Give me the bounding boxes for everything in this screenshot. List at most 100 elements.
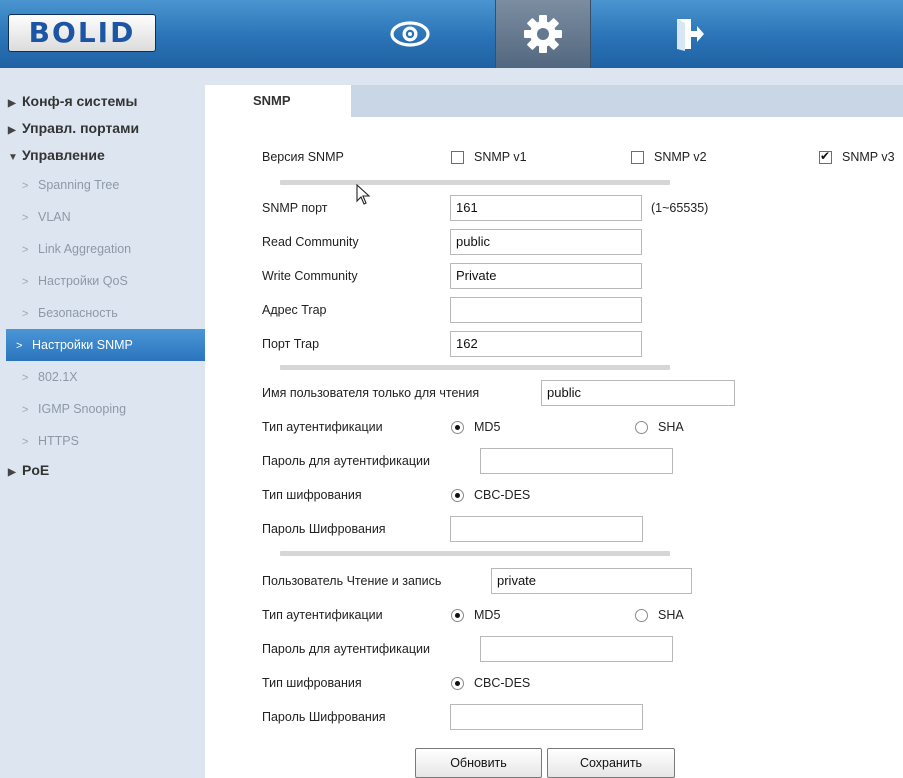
tab-snmp[interactable]: SNMP <box>205 85 351 117</box>
ro-user-input[interactable]: public <box>541 380 735 406</box>
rw-user-label: Пользователь Чтение и запись <box>262 574 442 588</box>
snmp-version-label: Версия SNMP <box>262 150 344 164</box>
sidebar-item-igmp-snooping[interactable]: > IGMP Snooping <box>0 393 205 425</box>
sidebar-item-vlan[interactable]: > VLAN <box>0 201 205 233</box>
exit-door-icon <box>677 19 704 51</box>
sidebar-item-security[interactable]: > Безопасность <box>0 297 205 329</box>
triangle-right-icon: ▶ <box>8 98 16 109</box>
ro-encryption-cbc-des-radio[interactable] <box>451 488 464 502</box>
triangle-right-icon: ▶ <box>8 125 16 136</box>
ro-auth-password-label: Пароль для аутентификации <box>262 454 430 468</box>
section-divider <box>280 365 670 370</box>
chevron-right-icon: > <box>16 340 23 352</box>
ro-encryption-password-row: Пароль Шифрования <box>262 516 386 542</box>
trap-port-label: Порт Trap <box>262 337 320 351</box>
rw-auth-password-row: Пароль для аутентификации <box>262 636 430 662</box>
tab-bar: SNMP <box>205 85 903 117</box>
sidebar-item-qos[interactable]: > Настройки QoS <box>0 265 205 297</box>
rw-auth-password-input[interactable] <box>480 636 673 662</box>
bolid-logo: BOLID <box>8 14 156 52</box>
ro-encryption-password-input[interactable] <box>450 516 643 542</box>
rw-encryption-label: Тип шифрования <box>262 676 362 690</box>
chevron-right-icon: > <box>22 404 29 416</box>
sidebar-item-link-aggregation[interactable]: > Link Aggregation <box>0 233 205 265</box>
ro-user-row: Имя пользователя только для чтения <box>262 380 479 406</box>
rw-auth-type-row: Тип аутентификации <box>262 602 383 628</box>
top-header: BOLID <box>0 0 903 68</box>
snmp-settings-panel: Версия SNMP SNMP v1 SNMP v2 SNMP v3 SNMP… <box>205 117 903 778</box>
refresh-button[interactable]: Обновить <box>415 748 542 778</box>
save-button[interactable]: Сохранить <box>547 748 675 778</box>
ro-encryption-row: Тип шифрования <box>262 482 362 508</box>
snmp-v3-checkbox[interactable] <box>819 149 832 164</box>
write-community-input[interactable]: Private <box>450 263 642 289</box>
trap-address-input[interactable] <box>450 297 642 323</box>
ro-auth-password-row: Пароль для аутентификации <box>262 448 430 474</box>
snmp-v1-checkbox[interactable] <box>451 150 464 164</box>
chevron-right-icon: > <box>22 212 29 224</box>
ro-auth-md5-radio[interactable] <box>451 420 464 434</box>
mouse-cursor-icon <box>356 184 370 205</box>
triangle-down-icon: ▼ <box>8 152 18 163</box>
snmp-port-input[interactable]: 161 <box>450 195 642 221</box>
rw-encryption-row: Тип шифрования <box>262 670 362 696</box>
sidebar-item-https[interactable]: > HTTPS <box>0 425 205 457</box>
triangle-right-icon: ▶ <box>8 467 16 478</box>
section-divider <box>280 551 670 556</box>
ro-auth-type-label: Тип аутентификации <box>262 420 383 434</box>
snmp-v2-checkbox[interactable] <box>631 150 644 164</box>
ro-encryption-cbc-des-option[interactable]: CBC-DES <box>451 482 530 508</box>
trap-port-input[interactable]: 162 <box>450 331 642 357</box>
ro-auth-type-row: Тип аутентификации <box>262 414 383 440</box>
chevron-right-icon: > <box>22 372 29 384</box>
write-community-label: Write Community <box>262 269 358 283</box>
sidebar-group-ports[interactable]: ▶ Управл. портами <box>0 115 205 142</box>
sidebar-item-8021x[interactable]: >802.1X <box>0 361 205 393</box>
settings-button[interactable] <box>495 0 591 68</box>
snmp-v2-option[interactable]: SNMP v2 <box>631 144 707 170</box>
gear-icon <box>524 15 562 53</box>
snmp-port-row: SNMP порт <box>262 195 328 221</box>
rw-user-input[interactable]: private <box>491 568 692 594</box>
read-community-row: Read Community <box>262 229 359 255</box>
snmp-port-range: (1~65535) <box>651 201 709 215</box>
sidebar-item-spanning-tree[interactable]: > Spanning Tree <box>0 169 205 201</box>
ro-auth-sha-option[interactable]: SHA <box>635 414 684 440</box>
rw-auth-type-label: Тип аутентификации <box>262 608 383 622</box>
rw-encryption-cbc-des-option[interactable]: CBC-DES <box>451 670 530 696</box>
rw-auth-sha-radio[interactable] <box>635 608 648 622</box>
snmp-port-label: SNMP порт <box>262 201 328 215</box>
rw-encryption-password-input[interactable] <box>450 704 643 730</box>
snmp-v1-option[interactable]: SNMP v1 <box>451 144 527 170</box>
sidebar-group-management[interactable]: ▼ Управление <box>0 142 205 169</box>
trap-port-row: Порт Trap <box>262 331 319 357</box>
ro-auth-sha-radio[interactable] <box>635 420 648 434</box>
snmp-version-row: Версия SNMP <box>262 144 344 170</box>
sidebar-group-poe[interactable]: ▶ PoE <box>0 457 205 484</box>
read-community-input[interactable]: public <box>450 229 642 255</box>
rw-auth-sha-option[interactable]: SHA <box>635 602 684 628</box>
sidebar-group-system[interactable]: ▶ Конф-я системы <box>0 88 205 115</box>
rw-auth-md5-option[interactable]: MD5 <box>451 602 500 628</box>
snmp-v3-option[interactable]: SNMP v3 <box>819 144 895 170</box>
rw-encryption-cbc-des-radio[interactable] <box>451 676 464 690</box>
ro-auth-md5-option[interactable]: MD5 <box>451 414 500 440</box>
write-community-row: Write Community <box>262 263 358 289</box>
section-divider <box>280 180 670 185</box>
chevron-right-icon: > <box>22 276 29 288</box>
ro-auth-password-input[interactable] <box>480 448 673 474</box>
monitor-button[interactable] <box>362 0 458 68</box>
ro-encryption-label: Тип шифрования <box>262 488 362 502</box>
ro-user-label: Имя пользователя только для чтения <box>262 386 480 400</box>
read-community-label: Read Community <box>262 235 359 249</box>
rw-auth-md5-radio[interactable] <box>451 608 464 622</box>
sidebar-item-snmp[interactable]: > Настройки SNMP <box>6 329 205 361</box>
rw-user-row: Пользователь Чтение и запись <box>262 568 441 594</box>
chevron-right-icon: > <box>22 180 29 192</box>
chevron-right-icon: > <box>22 244 29 256</box>
chevron-right-icon: > <box>22 308 29 320</box>
rw-auth-password-label: Пароль для аутентификации <box>262 642 430 656</box>
logout-button[interactable] <box>660 0 720 68</box>
trap-address-label: Адрес Trap <box>262 303 327 317</box>
trap-address-row: Адрес Trap <box>262 297 327 323</box>
